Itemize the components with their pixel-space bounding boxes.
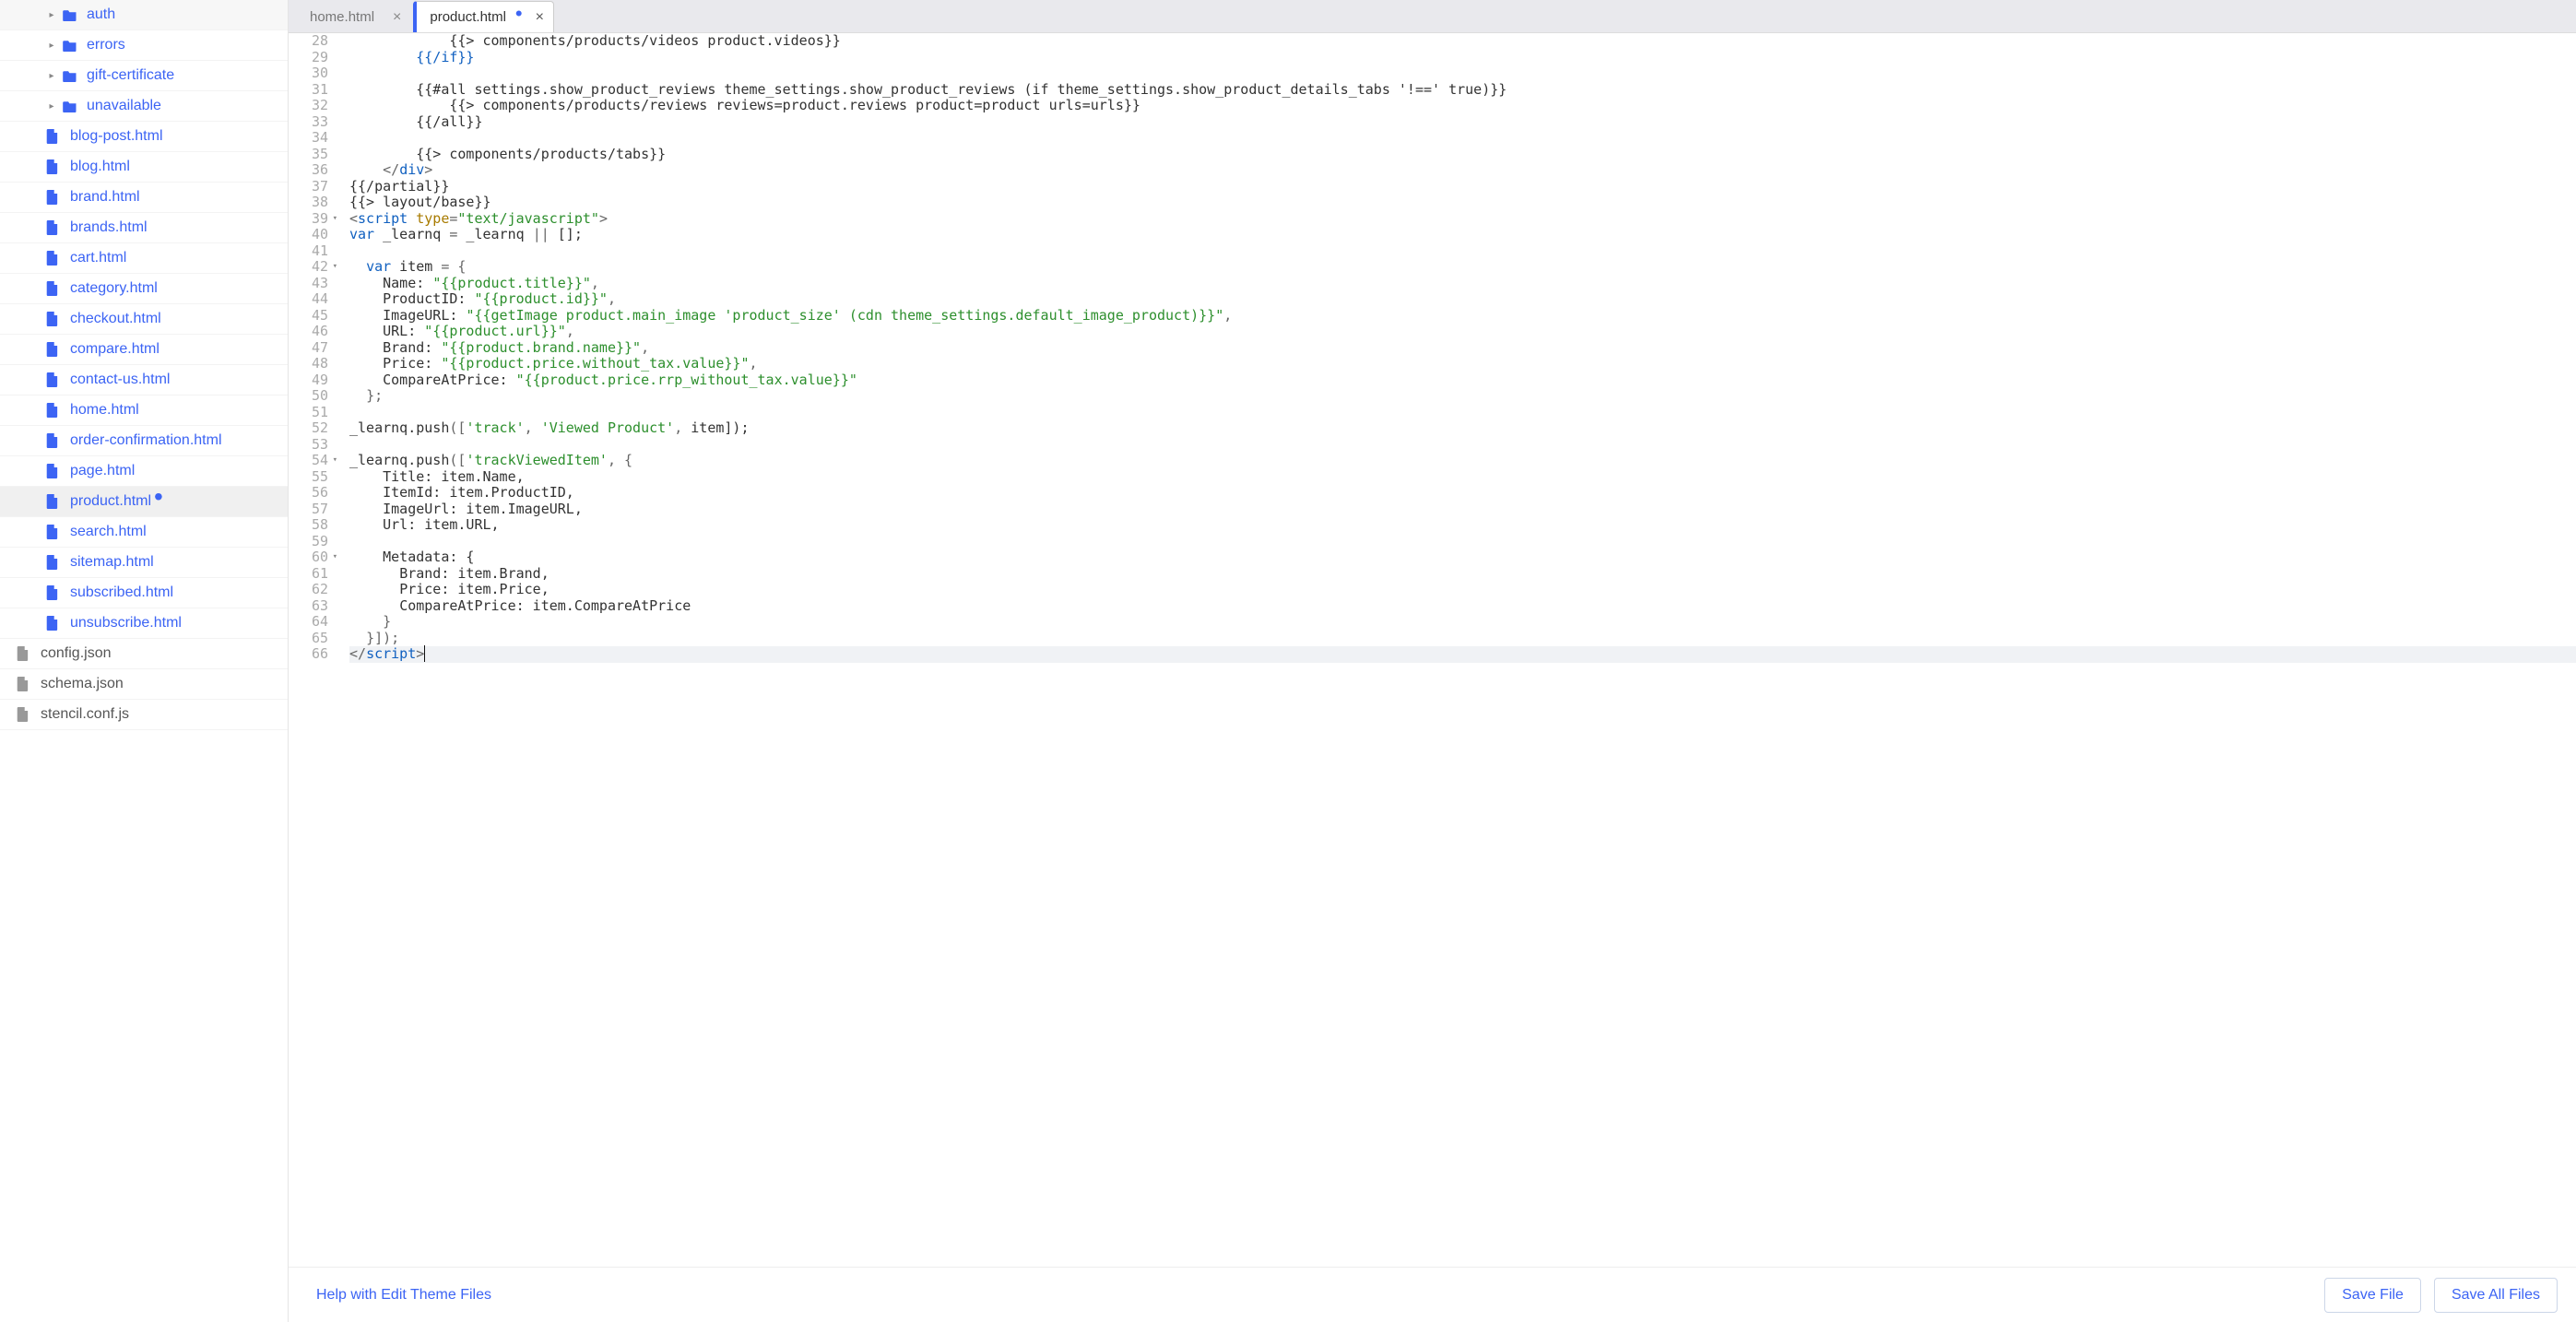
file-icon — [46, 129, 63, 144]
file-icon — [46, 190, 63, 205]
chevron-right-icon: ▸ — [46, 71, 57, 81]
file-label: search.html — [70, 524, 147, 540]
folder-icon — [63, 70, 79, 82]
file-label: schema.json — [41, 676, 124, 692]
code-editor[interactable]: 2829303132333435363738394041424344454647… — [289, 33, 2576, 1267]
file-cart-html[interactable]: cart.html — [0, 243, 288, 274]
file-category-html[interactable]: category.html — [0, 274, 288, 304]
file-label: product.html — [70, 493, 151, 510]
tab-label: product.html — [430, 9, 506, 25]
file-tree-sidebar[interactable]: ▸ auth ▸ errors ▸ gift-certificate ▸ unavailabl… — [0, 0, 289, 1322]
help-link[interactable]: Help with Edit Theme Files — [316, 1287, 491, 1304]
folder-auth[interactable]: ▸ auth — [0, 0, 288, 30]
file-subscribed-html[interactable]: subscribed.html — [0, 578, 288, 608]
chevron-right-icon: ▸ — [46, 101, 57, 112]
file-search-html[interactable]: search.html — [0, 517, 288, 548]
folder-icon — [63, 9, 79, 21]
folder-errors[interactable]: ▸ errors — [0, 30, 288, 61]
file-label: brand.html — [70, 189, 140, 206]
file-icon — [46, 372, 63, 387]
file-home-html[interactable]: home.html — [0, 395, 288, 426]
chevron-right-icon: ▸ — [46, 10, 57, 20]
save-file-button[interactable]: Save File — [2324, 1278, 2421, 1313]
file-icon — [17, 707, 33, 722]
file-label: blog.html — [70, 159, 130, 175]
file-blog-html[interactable]: blog.html — [0, 152, 288, 183]
file-label: checkout.html — [70, 311, 161, 327]
file-icon — [17, 677, 33, 691]
code-content[interactable]: {{> components/products/videos product.v… — [337, 33, 2576, 1267]
chevron-right-icon: ▸ — [46, 41, 57, 51]
file-compare-html[interactable]: compare.html — [0, 335, 288, 365]
file-icon — [46, 616, 63, 631]
file-checkout-html[interactable]: checkout.html — [0, 304, 288, 335]
tab-home-html[interactable]: home.html × — [296, 1, 411, 32]
close-icon[interactable]: × — [536, 9, 544, 26]
file-icon — [46, 433, 63, 448]
file-page-html[interactable]: page.html — [0, 456, 288, 487]
file-label: order-confirmation.html — [70, 432, 222, 449]
file-label: config.json — [41, 645, 112, 662]
folder-icon — [63, 40, 79, 52]
file-label: home.html — [70, 402, 139, 419]
file-icon — [46, 312, 63, 326]
root-file-config-json[interactable]: config.json — [0, 639, 288, 669]
folder-label: errors — [87, 37, 125, 53]
file-label: unsubscribe.html — [70, 615, 182, 631]
file-contact-us-html[interactable]: contact-us.html — [0, 365, 288, 395]
file-brand-html[interactable]: brand.html — [0, 183, 288, 213]
close-icon[interactable]: × — [393, 9, 401, 26]
tab-label: home.html — [310, 9, 374, 25]
file-icon — [46, 555, 63, 570]
file-label: sitemap.html — [70, 554, 154, 571]
folder-label: auth — [87, 6, 115, 23]
file-label: brands.html — [70, 219, 148, 236]
line-gutter: 2829303132333435363738394041424344454647… — [289, 33, 337, 1267]
file-icon — [46, 464, 63, 478]
file-label: page.html — [70, 463, 135, 479]
file-label: subscribed.html — [70, 584, 173, 601]
file-order-confirmation-html[interactable]: order-confirmation.html — [0, 426, 288, 456]
save-all-files-button[interactable]: Save All Files — [2434, 1278, 2558, 1313]
file-label: stencil.conf.js — [41, 706, 129, 723]
file-icon — [46, 281, 63, 296]
editor-pane: home.html×product.html•× 282930313233343… — [289, 0, 2576, 1322]
folder-label: unavailable — [87, 98, 161, 114]
file-icon — [46, 585, 63, 600]
file-unsubscribe-html[interactable]: unsubscribe.html — [0, 608, 288, 639]
file-icon — [46, 525, 63, 539]
file-label: contact-us.html — [70, 372, 170, 388]
tab-product-html[interactable]: product.html•× — [413, 1, 554, 32]
root-file-stencil-conf-js[interactable]: stencil.conf.js — [0, 700, 288, 730]
root-file-schema-json[interactable]: schema.json — [0, 669, 288, 700]
file-icon — [46, 159, 63, 174]
file-blog-post-html[interactable]: blog-post.html — [0, 122, 288, 152]
file-product-html[interactable]: product.html• — [0, 487, 288, 517]
file-label: category.html — [70, 280, 158, 297]
file-label: blog-post.html — [70, 128, 163, 145]
file-icon — [17, 646, 33, 661]
file-icon — [46, 342, 63, 357]
folder-label: gift-certificate — [87, 67, 174, 84]
folder-unavailable[interactable]: ▸ unavailable — [0, 91, 288, 122]
folder-gift-certificate[interactable]: ▸ gift-certificate — [0, 61, 288, 91]
editor-footer: Help with Edit Theme Files Save File Sav… — [289, 1267, 2576, 1322]
file-sitemap-html[interactable]: sitemap.html — [0, 548, 288, 578]
file-brands-html[interactable]: brands.html — [0, 213, 288, 243]
file-icon — [46, 494, 63, 509]
file-label: cart.html — [70, 250, 126, 266]
file-icon — [46, 220, 63, 235]
file-icon — [46, 251, 63, 266]
file-label: compare.html — [70, 341, 160, 358]
tab-bar: home.html×product.html•× — [289, 0, 2576, 33]
file-icon — [46, 403, 63, 418]
folder-icon — [63, 100, 79, 112]
